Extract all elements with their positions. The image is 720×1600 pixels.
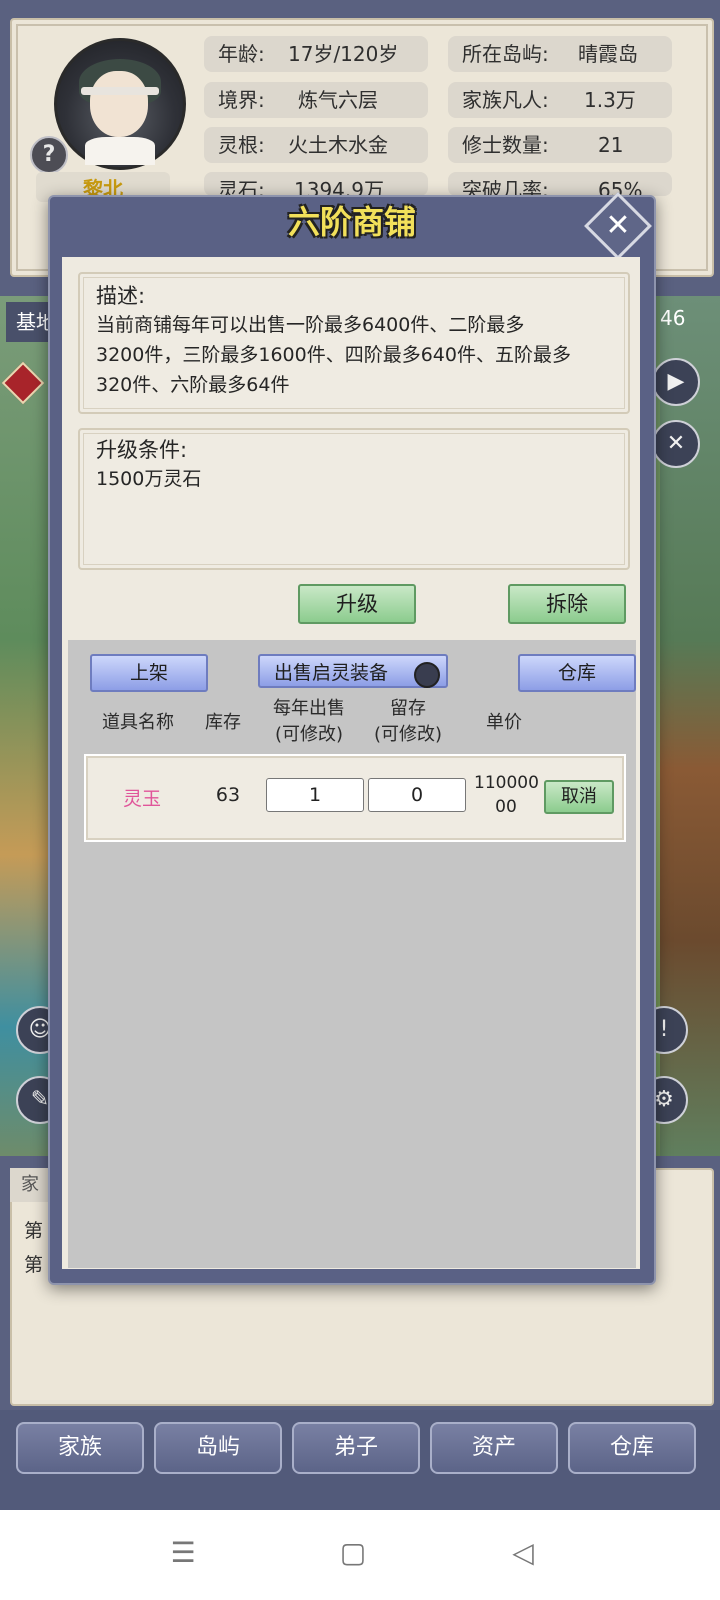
header-reserve: 留存 (390, 698, 426, 719)
stat-age: 年龄: 17岁/120岁 (204, 36, 428, 72)
upgrade-header: 升级条件: (96, 438, 188, 462)
stat-spirit-root: 灵根: 火土木水金 (204, 127, 428, 163)
nav-warehouse-button[interactable]: 仓库 (568, 1422, 696, 1474)
character-avatar[interactable] (54, 38, 186, 170)
demolish-button[interactable]: 拆除 (508, 584, 626, 624)
list-item-button[interactable]: 上架 (90, 654, 208, 692)
stat-cultivators: 修士数量: 21 (448, 127, 672, 163)
description-line: 3200件，三阶最多1600件、四阶最多640件、五阶最多 (96, 344, 571, 366)
header-unit-price: 单价 (486, 712, 522, 733)
back-icon[interactable]: ◁ (508, 1538, 538, 1568)
upgrade-button[interactable]: 升级 (298, 584, 416, 624)
warehouse-button[interactable]: 仓库 (518, 654, 636, 692)
cancel-listing-button[interactable]: 取消 (544, 780, 614, 814)
close-icon: ✕ (605, 208, 631, 243)
toggle-indicator[interactable] (414, 662, 440, 688)
item-name: 灵玉 (122, 788, 161, 810)
play-icon[interactable]: ▶ (652, 358, 700, 406)
item-price-cont: 00 (495, 797, 517, 817)
map-count: 46 (660, 306, 686, 330)
nav-assets-button[interactable]: 资产 (430, 1422, 558, 1474)
description-line: 320件、六阶最多64件 (96, 374, 290, 396)
upgrade-requirement: 1500万灵石 (96, 468, 202, 490)
header-stock: 库存 (205, 712, 241, 733)
yearly-sale-input[interactable]: 1 (266, 778, 364, 812)
header-item-name: 道具名称 (102, 712, 174, 733)
menu-icon[interactable]: ☰ (168, 1538, 198, 1568)
description-line: 当前商铺每年可以出售一阶最多6400件、二阶最多 (96, 314, 525, 336)
nav-family-button[interactable]: 家族 (16, 1422, 144, 1474)
header-reserve-note: (可修改) (373, 724, 443, 745)
help-icon[interactable]: ? (30, 136, 68, 174)
modal-title: 六阶商铺 (287, 203, 416, 241)
log-tab[interactable]: 家 (10, 1168, 50, 1202)
crossed-swords-icon[interactable]: ✕ (652, 420, 700, 468)
home-icon[interactable]: ▢ (338, 1538, 368, 1568)
stat-mortals: 家族凡人: 1.3万 (448, 82, 672, 118)
stat-realm: 境界: 炼气六层 (204, 82, 428, 118)
description-header: 描述: (96, 284, 146, 308)
stat-breakthrough: 突破几率: 65% (448, 172, 672, 196)
nav-disciples-button[interactable]: 弟子 (292, 1422, 420, 1474)
item-stock: 63 (215, 784, 241, 806)
nav-island-button[interactable]: 岛屿 (154, 1422, 282, 1474)
header-yearly-sale-note: (可修改) (274, 724, 344, 745)
header-yearly-sale: 每年出售 (273, 698, 345, 719)
stat-spirit-stones: 灵石: 1394.9万 (204, 172, 428, 196)
item-price: 110000 (474, 773, 539, 793)
reserve-input[interactable]: 0 (368, 778, 466, 812)
log-line: 第 (24, 1254, 44, 1276)
log-line: 第 (24, 1220, 44, 1242)
stat-island: 所在岛屿: 晴霞岛 (448, 36, 672, 72)
